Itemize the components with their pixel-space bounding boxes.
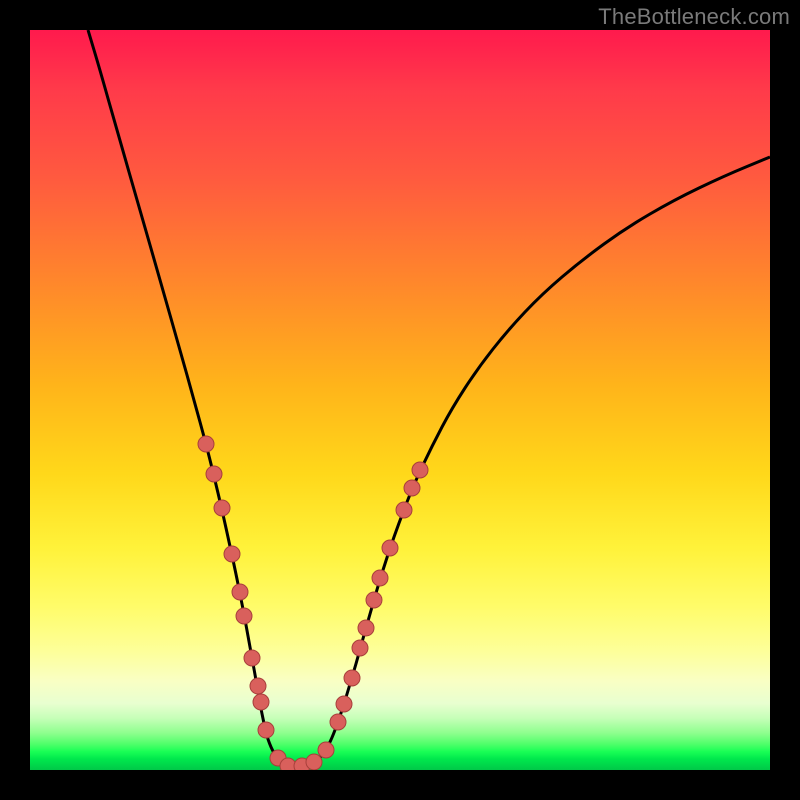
dot [318, 742, 334, 758]
dot [396, 502, 412, 518]
dot [336, 696, 352, 712]
dot [214, 500, 230, 516]
dot [366, 592, 382, 608]
dot [382, 540, 398, 556]
dot [306, 754, 322, 770]
dot [358, 620, 374, 636]
dot [412, 462, 428, 478]
dot [372, 570, 388, 586]
dot [352, 640, 368, 656]
dot [232, 584, 248, 600]
watermark-text: TheBottleneck.com [598, 4, 790, 30]
dot [344, 670, 360, 686]
curve-svg [30, 30, 770, 770]
plot-area [30, 30, 770, 770]
dot [280, 758, 296, 770]
curve-right-branch [290, 157, 770, 766]
highlight-dots [198, 436, 428, 770]
chart-stage: TheBottleneck.com [0, 0, 800, 800]
dot [244, 650, 260, 666]
dot [258, 722, 274, 738]
dot [206, 466, 222, 482]
dot [253, 694, 269, 710]
dot [404, 480, 420, 496]
dot [330, 714, 346, 730]
dot [224, 546, 240, 562]
dot [250, 678, 266, 694]
dot [236, 608, 252, 624]
dot [198, 436, 214, 452]
